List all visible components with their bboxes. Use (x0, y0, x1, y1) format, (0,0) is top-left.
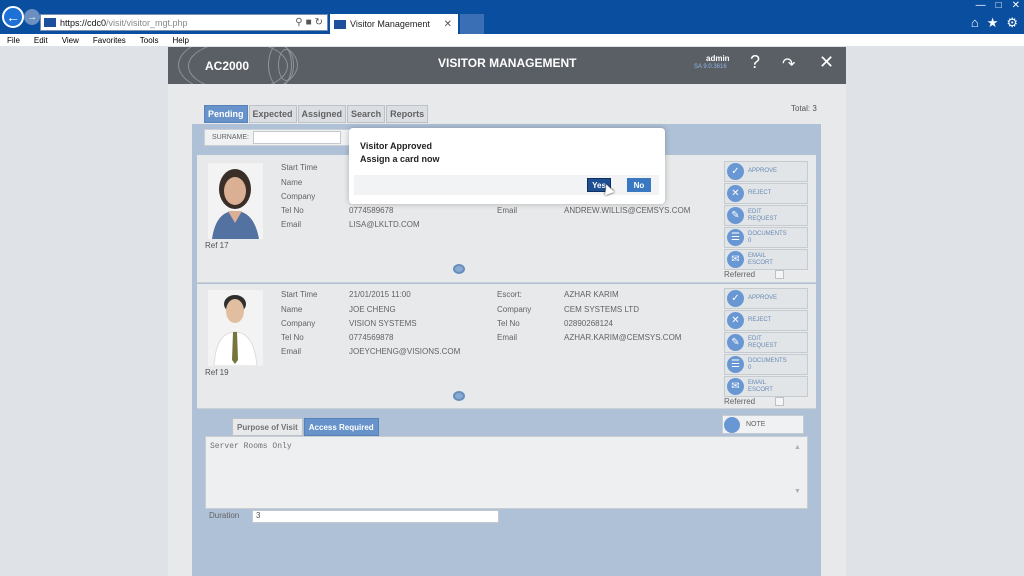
window-close-icon[interactable]: ✕ (1012, 0, 1020, 11)
new-tab-button[interactable] (460, 14, 484, 34)
version-label: SA 9.0.3616 (694, 64, 727, 70)
app-header: AC2000 VISITOR MANAGEMENT admin SA 9.0.3… (168, 47, 846, 84)
minimize-icon[interactable]: — (976, 0, 986, 11)
url-path: /visit/visitor_mgt.php (106, 17, 188, 28)
menu-edit[interactable]: Edit (34, 36, 48, 45)
dialog-message: Assign a card now (360, 154, 440, 164)
close-tab-icon[interactable]: ✕ (444, 19, 452, 30)
url-host: https://cdc0 (60, 17, 107, 28)
browser-tab[interactable]: Visitor Management ✕ (330, 14, 458, 34)
menu-view[interactable]: View (62, 36, 79, 45)
maximize-icon[interactable]: □ (996, 0, 1002, 11)
close-icon[interactable]: ✕ (819, 52, 834, 73)
menu-favorites[interactable]: Favorites (93, 36, 126, 45)
refresh-icon[interactable]: ↻ (315, 17, 323, 28)
star-icon[interactable]: ★ (987, 15, 999, 31)
page-title: VISITOR MANAGEMENT (438, 56, 577, 70)
lock-icon[interactable]: ■ (306, 17, 312, 28)
search-icon[interactable]: ⚲ (295, 17, 302, 28)
user-name: admin (706, 54, 730, 63)
logout-icon[interactable]: ↷ (782, 54, 795, 74)
back-icon[interactable]: ← (2, 6, 24, 28)
forward-icon[interactable]: → (24, 9, 40, 25)
no-button[interactable]: No (627, 178, 651, 192)
help-icon[interactable]: ? (750, 52, 760, 73)
tab-favicon (334, 19, 346, 29)
menu-tools[interactable]: Tools (140, 36, 159, 45)
approval-dialog: Visitor Approved Assign a card now Yes N… (349, 128, 665, 204)
brand-name: AC2000 (205, 59, 250, 73)
site-favicon (44, 18, 56, 27)
gear-icon[interactable]: ⚙ (1006, 15, 1018, 31)
menu-bar: File Edit View Favorites Tools Help (0, 34, 1024, 46)
dialog-title: Visitor Approved (360, 141, 433, 151)
tab-title: Visitor Management (350, 19, 430, 29)
home-icon[interactable]: ⌂ (971, 15, 979, 31)
menu-help[interactable]: Help (172, 36, 188, 45)
address-bar[interactable]: https://cdc0 /visit/visitor_mgt.php ⚲ ■ … (40, 14, 328, 31)
menu-file[interactable]: File (7, 36, 20, 45)
